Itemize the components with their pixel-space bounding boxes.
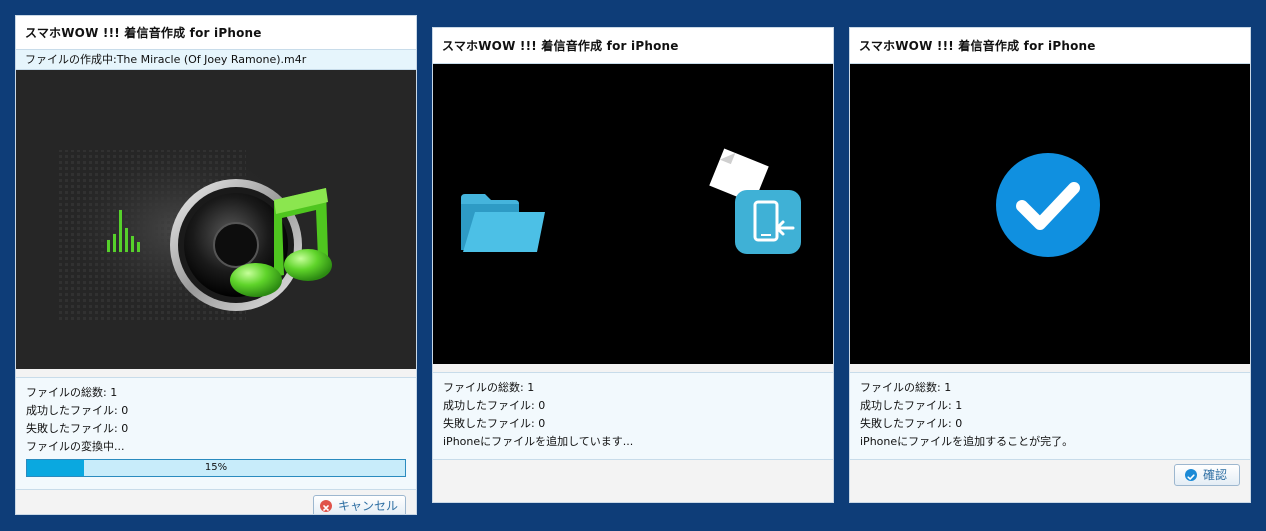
transfer-graphic [461,148,801,254]
cancel-button[interactable]: キャンセル [312,495,406,514]
complete-dialog: スマホWOW !!! 着信音作成 for iPhone ファイルの総数: 1 成… [849,27,1251,503]
complete-animation [850,64,1250,364]
confirm-button[interactable]: 確認 [1173,464,1240,486]
cancel-button-label: キャンセル [337,499,398,513]
check-circle-icon [996,153,1100,257]
conversion-animation [16,70,416,369]
failed-files-label: 失敗したファイル: 0 [26,422,129,435]
confirm-button-label: 確認 [1202,468,1227,482]
check-circle-icon [1184,469,1197,481]
status-message: ファイルの変換中... [26,440,125,453]
dialog-footer: キャンセル [16,490,416,514]
separator [850,364,1250,373]
current-file-label: ファイルの作成中:The Miracle (Of Joey Ramone).m4… [16,50,416,70]
failed-files-label: 失敗したファイル: 0 [860,417,963,430]
progress-label: 15% [204,462,228,473]
status-info: ファイルの総数: 1 成功したファイル: 0 失敗したファイル: 0 ファイルの… [16,378,416,490]
status-message: iPhoneにファイルを追加しています... [443,435,634,448]
dialog-footer [433,460,833,493]
separator [433,364,833,373]
total-files-label: ファイルの総数: 1 [26,386,118,399]
success-files-label: 成功したファイル: 0 [443,399,546,412]
dialog-title: スマホWOW !!! 着信音作成 for iPhone [433,28,833,64]
dialog-footer: 確認 [850,460,1250,493]
conversion-progress-bar: 15% [26,459,406,477]
total-files-label: ファイルの総数: 1 [443,381,535,394]
folder-icon [461,194,545,252]
transfer-dialog: スマホWOW !!! 着信音作成 for iPhone ファイルの総数: 1 成… [432,27,834,503]
status-info: ファイルの総数: 1 成功したファイル: 0 失敗したファイル: 0 iPhon… [433,373,833,460]
speaker-music-icon [56,140,332,320]
dialog-title: スマホWOW !!! 着信音作成 for iPhone [16,16,416,50]
status-message: iPhoneにファイルを追加することが完了。 [860,435,1074,448]
success-files-label: 成功したファイル: 1 [860,399,963,412]
success-files-label: 成功したファイル: 0 [26,404,129,417]
converting-dialog: スマホWOW !!! 着信音作成 for iPhone ファイルの作成中:The… [15,15,417,515]
separator [16,369,416,378]
failed-files-label: 失敗したファイル: 0 [443,417,546,430]
transfer-animation [433,64,833,364]
dialog-title: スマホWOW !!! 着信音作成 for iPhone [850,28,1250,64]
cancel-icon [319,500,332,512]
total-files-label: ファイルの総数: 1 [860,381,952,394]
phone-import-icon [735,190,801,254]
status-info: ファイルの総数: 1 成功したファイル: 1 失敗したファイル: 0 iPhon… [850,373,1250,460]
